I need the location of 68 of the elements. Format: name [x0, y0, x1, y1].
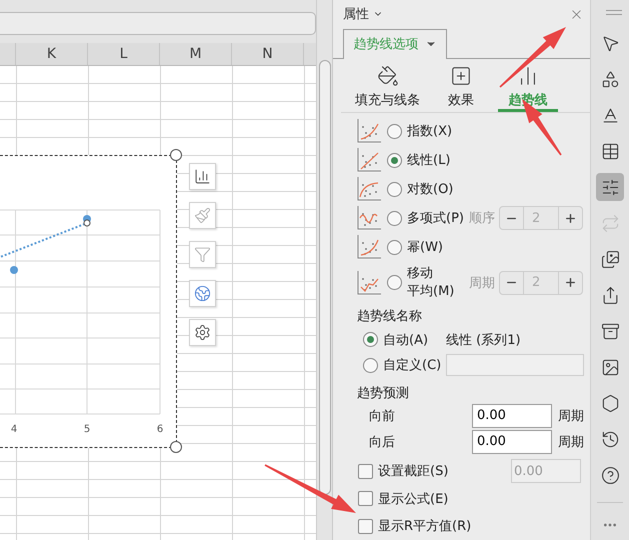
tab[interactable]: 填充与线条: [351, 58, 424, 112]
trendline-type-icon: [357, 206, 381, 230]
auto-name-text: 线性 (系列1): [446, 332, 521, 349]
period-field[interactable]: 0.00: [472, 430, 552, 454]
brush-button[interactable]: [189, 202, 216, 229]
trendline-end-point[interactable]: [84, 220, 90, 226]
filter-icon: [194, 246, 211, 263]
option-label: 自定义(C): [383, 357, 442, 374]
unit-label: 周期: [558, 408, 584, 425]
brush-icon: [194, 207, 211, 224]
paint-bucket-icon: [376, 64, 398, 87]
checkbox-label: 显示公式(E): [378, 490, 450, 508]
annotation-arrow: [499, 27, 566, 88]
unit-label: 周期: [558, 434, 584, 451]
column-header[interactable]: K: [16, 43, 88, 65]
chart-frame[interactable]: 4 5 6: [0, 155, 177, 448]
panel-title[interactable]: 属性: [343, 5, 383, 24]
field-label: 向后: [369, 434, 396, 451]
radio-button[interactable]: [363, 332, 378, 348]
checkbox[interactable]: [358, 491, 373, 506]
vertical-scrollbar[interactable]: [316, 0, 332, 540]
axis-tick-label: 5: [84, 424, 90, 435]
trendline-type-icon: [357, 270, 381, 295]
option-label: 对数(O): [407, 180, 454, 198]
option-label: 多项式(P): [407, 210, 465, 228]
radio-button[interactable]: [387, 124, 402, 139]
checkbox-label: 设置截距(S): [378, 463, 450, 480]
period-field[interactable]: 0.00: [472, 404, 552, 428]
custom-name-field[interactable]: [446, 354, 584, 376]
option-label: 自动(A): [383, 332, 430, 349]
option-label: 指数(X): [407, 122, 454, 140]
radio-button[interactable]: [387, 152, 402, 168]
filter-button[interactable]: [189, 241, 216, 268]
trendline-type-icon: [357, 119, 381, 144]
radio-button[interactable]: [363, 358, 378, 373]
option-label: 移动 平均(M): [407, 265, 456, 301]
radio-button[interactable]: [387, 240, 402, 255]
plus-square-icon: [450, 64, 472, 87]
axis-tick-label: 6: [156, 424, 164, 435]
radio-button[interactable]: [387, 182, 402, 197]
globe-icon: [194, 285, 211, 302]
scrollbar-thumb[interactable]: [318, 60, 330, 495]
spinner-label: 周期: [469, 274, 496, 292]
section-title: 趋势线名称: [356, 308, 423, 326]
column-header[interactable]: L: [88, 43, 160, 65]
axis-tick-label: 4: [10, 424, 18, 435]
section-title: 趋势预测: [356, 384, 410, 403]
trendline-type-icon: [357, 177, 381, 202]
radio-button[interactable]: [387, 210, 402, 226]
option-label: 线性(L): [407, 152, 452, 170]
checkbox[interactable]: [358, 464, 373, 479]
tab[interactable]: 效果: [436, 58, 486, 112]
trendline-type-icon: [357, 235, 381, 260]
gear-icon: [194, 324, 211, 341]
settings-button[interactable]: [189, 319, 216, 346]
sliders-icon[interactable]: [596, 173, 624, 201]
chart-elements-button[interactable]: [189, 163, 216, 190]
option-label: 幂(W): [407, 238, 444, 256]
chart-globe-button[interactable]: [189, 280, 216, 307]
bar-chart-icon: [194, 168, 211, 185]
checkbox-label: 显示R平方值(R): [378, 518, 472, 536]
spinner-label: 顺序: [469, 210, 496, 228]
trendline-type-icon: [357, 148, 381, 172]
field-label: 向前: [369, 408, 396, 425]
checkbox[interactable]: [358, 518, 373, 534]
column-header[interactable]: M: [160, 43, 232, 65]
radio-button[interactable]: [387, 275, 402, 290]
column-header[interactable]: N: [232, 43, 304, 65]
